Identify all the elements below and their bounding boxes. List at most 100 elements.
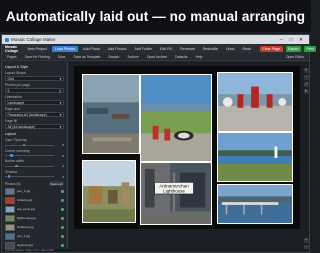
print-button[interactable]: Print	[304, 45, 317, 52]
pier-second-image	[218, 185, 292, 223]
zoom-out-icon[interactable]: −	[303, 75, 309, 80]
clear-page-button[interactable]: Clear Page	[259, 45, 283, 52]
slider-knob[interactable]	[15, 164, 18, 168]
window-title: Mosaic Collage Maker	[11, 37, 56, 42]
slider-knob[interactable]	[22, 143, 26, 147]
orientation-value: Landscape	[7, 100, 25, 105]
collage-page[interactable]: Ardnamurchan Lighthouse	[74, 66, 300, 229]
photos-list-header: Photos (6) Select all	[5, 181, 64, 186]
swatch-button[interactable]: Swatch	[106, 54, 121, 59]
sidebar-section-title: Layout & Style	[5, 65, 29, 69]
edit-fill-button[interactable]: Edit Fill	[158, 46, 175, 52]
page-fill-select[interactable]: All (A4 landscape) ▾	[5, 124, 64, 129]
select-all-button[interactable]: Select all	[48, 181, 64, 186]
reshuffle-button[interactable]: Reshuffle	[200, 46, 220, 52]
checkmark-icon[interactable]: ✓	[61, 216, 64, 220]
load-photos-button[interactable]: Load Photos	[52, 45, 78, 52]
photo-pier-boats[interactable]	[82, 74, 140, 154]
photo-thumbnail	[5, 196, 15, 204]
save-template-button[interactable]: Save as Template	[71, 54, 102, 59]
zoom-in-icon[interactable]: +	[303, 68, 309, 73]
signpost-line-2: Lighthouse	[163, 189, 185, 194]
photo-signpost[interactable]: Ardnamurchan Lighthouse	[140, 162, 212, 225]
export-button[interactable]: Export	[285, 45, 301, 52]
archive-button[interactable]: Archive	[125, 54, 140, 59]
photo-pier-second[interactable]	[217, 184, 293, 224]
slider[interactable]: 6	[5, 143, 64, 147]
defaults-button[interactable]: Defaults	[173, 54, 189, 59]
page-size-select[interactable]: Panorama A4 (landscape) ▾	[5, 112, 64, 117]
add-folder-button[interactable]: Add Folder	[132, 46, 155, 52]
app-name: Mosaic Collage	[5, 44, 18, 53]
photos-per-page-label: Photos per page	[5, 83, 30, 87]
new-project-button[interactable]: New Project	[25, 46, 49, 52]
photo-list-item[interactable]: bollards.jpg ✓	[5, 196, 64, 204]
slider[interactable]: 2	[5, 164, 64, 168]
photo-red-bollards[interactable]	[140, 74, 212, 162]
checkmark-icon[interactable]: ✓	[61, 225, 64, 229]
checkmark-icon[interactable]: ✓	[61, 189, 64, 193]
photo-list-item[interactable]: pier_1.jpg ✓	[5, 187, 64, 195]
photo-list-item[interactable]: fieldwork.jpg ✓	[5, 223, 64, 231]
photo-list-item[interactable]: signpost.jpg ✓	[5, 241, 64, 249]
checkmark-icon[interactable]: ✓	[61, 207, 64, 211]
zoom-plus-button[interactable]: +	[303, 238, 309, 243]
help-button[interactable]: Help	[194, 54, 205, 59]
slider-knob[interactable]	[7, 175, 11, 178]
photos-per-page-value: 6	[7, 88, 10, 93]
photo-thumbnail	[5, 187, 15, 195]
layout-shape-select[interactable]: Grid ▾	[5, 76, 64, 81]
chevron-down-icon: ▾	[59, 124, 62, 129]
status-text: 6 photos placed · Page 1 of 1 · Zoom 60%	[5, 249, 54, 252]
slider[interactable]: 0	[5, 175, 64, 179]
photo-thumbnail	[5, 241, 15, 249]
redo-button[interactable]: Redo	[240, 46, 254, 52]
page-fill-label: Page fill	[5, 119, 18, 123]
app-window: Mosaic Collage Maker – □ ✕ Mosaic Collag…	[1, 34, 317, 253]
photo-list-item[interactable]: red_posts.jpg ✓	[5, 205, 64, 213]
slider-label: Shadow	[5, 169, 18, 174]
maximize-button[interactable]: □	[286, 37, 296, 43]
checkmark-icon[interactable]: ✓	[61, 198, 64, 202]
fit-icon[interactable]: ⤢	[303, 82, 309, 87]
photo-filename: signpost.jpg	[17, 243, 34, 247]
chevron-down-icon: ▾	[59, 76, 62, 81]
minimize-button[interactable]: –	[276, 37, 286, 43]
slider-knob[interactable]	[10, 154, 13, 157]
generate-button[interactable]: Generate	[177, 46, 197, 52]
orientation-select[interactable]: Landscape ▾	[5, 100, 64, 105]
canvas-tools: + − ⤢ ↻	[303, 68, 309, 94]
refresh-icon[interactable]: ↻	[303, 89, 309, 94]
photo-filename: bollards.jpg	[17, 198, 33, 202]
add-photos-button[interactable]: Add Photos	[105, 46, 129, 52]
checkmark-icon[interactable]: ✓	[61, 243, 64, 247]
photo-fieldwork[interactable]	[82, 160, 136, 223]
pages-button[interactable]: Pages	[5, 54, 19, 59]
layout-shape-label: Layout Shape	[5, 71, 26, 75]
slider-value: 0	[62, 153, 64, 158]
layout-shape-value: Grid	[7, 76, 14, 81]
headline-text: Automatically laid out — no manual arran…	[5, 8, 306, 24]
save-button[interactable]: Save	[56, 54, 68, 59]
open-editor-button[interactable]: Open Editor	[284, 54, 306, 59]
checkmark-icon[interactable]: ✓	[61, 234, 64, 238]
slider-label: Border width	[5, 159, 25, 163]
add-photo-button[interactable]: Add Photo	[81, 46, 103, 52]
open-archive-button[interactable]: Open Archive	[145, 54, 169, 59]
undo-button[interactable]: Undo	[223, 46, 237, 52]
settings-sidebar: Layout & Style Layout Shape Grid ▾ Photos…	[2, 62, 68, 252]
page-size-label: Page size	[5, 107, 20, 111]
close-button[interactable]: ✕	[296, 37, 306, 43]
photos-per-page-field[interactable]: 6 ⇕	[5, 88, 64, 93]
photo-red-posts[interactable]	[217, 72, 293, 132]
photo-lighthouse[interactable]	[217, 132, 293, 182]
save-for-printing-button[interactable]: Save for Printing	[23, 54, 52, 59]
photo-filename: red_posts.jpg	[17, 207, 36, 211]
canvas-area: Ardnamurchan Lighthouse + − ⤢ ↻ + −	[69, 62, 309, 252]
photo-list-item[interactable]: pier_2.jpg ✓	[5, 232, 64, 240]
slider[interactable]: 0	[5, 153, 64, 158]
photo-list-item[interactable]: lighthouse.jpg ✓	[5, 214, 64, 222]
slider-value: 2	[62, 164, 64, 168]
orientation-label: Orientation	[5, 95, 22, 99]
page-size-value: Panorama A4 (landscape)	[7, 112, 47, 117]
